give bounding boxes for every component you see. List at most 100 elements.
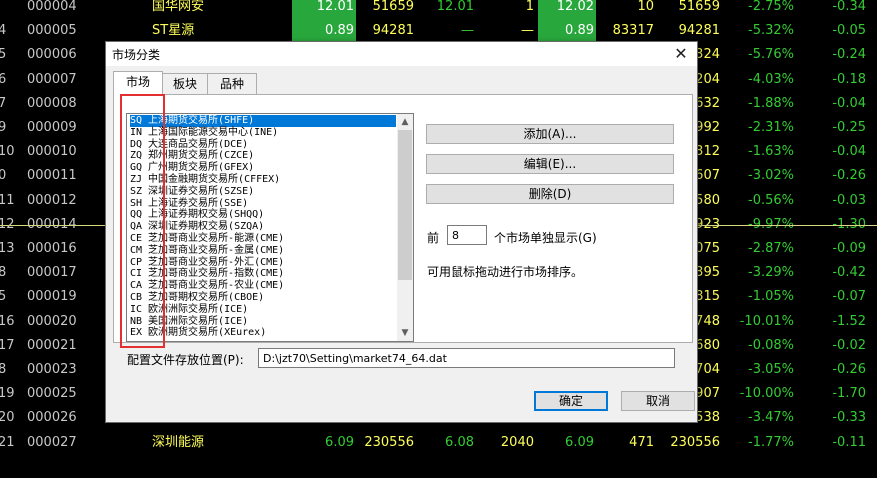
list-item[interactable]: EX 欧洲期货交易所(XEurex) bbox=[130, 327, 396, 339]
cell-num: 8 bbox=[0, 265, 7, 281]
cell-price: 6.09 bbox=[325, 434, 354, 450]
list-item[interactable]: NB 美国洲际交易所(ICE) bbox=[130, 316, 396, 328]
cell-chg: -0.18 bbox=[832, 71, 866, 87]
cell-p3: 12.02 bbox=[538, 0, 596, 20]
cell-chg: -0.25 bbox=[832, 120, 866, 135]
cell-code: 000021 bbox=[27, 337, 77, 353]
scroll-up-icon[interactable]: ▲ bbox=[397, 114, 413, 130]
delete-button[interactable]: 删除(D) bbox=[426, 184, 674, 204]
list-item[interactable]: QQ 上海证券期权交易(SHQQ) bbox=[130, 209, 396, 221]
table-row[interactable]: 21 000027 深圳能源 6.09 230556 6.08 2040 6.09 471 230… bbox=[0, 430, 877, 456]
cell-chg: -1.70 bbox=[832, 386, 866, 402]
cell-name: 深圳能源 bbox=[152, 434, 205, 450]
cell-vol: 230556 bbox=[364, 434, 414, 450]
cell-num: 21 bbox=[0, 434, 15, 450]
cell-pct: -2.31% bbox=[748, 120, 794, 135]
list-item[interactable]: SQ 上海期货交易所(SHFE) bbox=[130, 115, 396, 127]
cell-pct: -5.32% bbox=[748, 23, 794, 39]
cell-chg: -0.09 bbox=[832, 241, 866, 256]
cell-pct: -0.56% bbox=[748, 192, 794, 208]
cell-num: 4 bbox=[0, 23, 7, 39]
cell-code: 000025 bbox=[27, 386, 77, 402]
cell-num: 11 bbox=[0, 192, 15, 208]
cell-pct: -10.01% bbox=[739, 313, 794, 329]
cell-p2: 6.08 bbox=[445, 434, 474, 450]
cell-num: 6 bbox=[0, 71, 7, 87]
cell-chg: -0.07 bbox=[832, 289, 866, 305]
cell-price: 12.01 bbox=[292, 0, 356, 20]
ok-button[interactable]: 确定 bbox=[534, 391, 608, 411]
close-icon[interactable]: ✕ bbox=[671, 44, 691, 64]
cell-num: 7 bbox=[0, 95, 7, 111]
cell-code: 000027 bbox=[27, 434, 77, 450]
cell-pct: -4.03% bbox=[748, 71, 794, 87]
list-item[interactable]: CB 芝加哥期权交易所(CBOE) bbox=[130, 292, 396, 304]
cell-chg: -0.04 bbox=[832, 144, 866, 160]
list-item[interactable]: GQ 广州期货交易所(GFEX) bbox=[130, 162, 396, 174]
cell-pct: -3.02% bbox=[748, 168, 794, 184]
cell-p2: 12.01 bbox=[436, 0, 474, 14]
list-item[interactable]: IN 上海国际能源交易中心(INE) bbox=[130, 127, 396, 139]
add-button[interactable]: 添加(A)... bbox=[426, 124, 674, 144]
list-item[interactable]: ZQ 郑州期货交易所(CZCE) bbox=[130, 150, 396, 162]
cell-pct: -1.05% bbox=[748, 289, 794, 305]
tab-variety[interactable]: 品种 bbox=[207, 73, 257, 94]
scroll-down-icon[interactable]: ▼ bbox=[397, 325, 413, 341]
cell-code: 000020 bbox=[27, 313, 77, 329]
cell-code: 000004 bbox=[27, 0, 77, 14]
cancel-button[interactable]: 取消 bbox=[621, 391, 695, 411]
cell-pct: -0.08% bbox=[748, 337, 794, 353]
edit-button[interactable]: 编辑(E)... bbox=[426, 154, 674, 174]
cell-chg: -0.02 bbox=[832, 337, 866, 353]
cell-code: 000011 bbox=[27, 168, 77, 184]
list-item[interactable]: IC 欧洲洲际交易所(ICE) bbox=[130, 304, 396, 316]
dialog-titlebar[interactable]: 市场分类 ✕ bbox=[106, 42, 697, 66]
cell-code: 000026 bbox=[27, 410, 77, 426]
cell-pct: -1.88% bbox=[748, 95, 794, 111]
list-item[interactable]: SH 上海证券交易所(SSE) bbox=[130, 198, 396, 210]
cell-chg: -0.24 bbox=[832, 47, 866, 63]
list-item[interactable]: SZ 深圳证券交易所(SZSE) bbox=[130, 186, 396, 198]
cell-code: 000019 bbox=[27, 289, 77, 305]
cell-pct: -1.63% bbox=[748, 144, 794, 160]
cell-num: 8 bbox=[0, 362, 7, 377]
cell-chg: -0.42 bbox=[832, 265, 866, 281]
cell-chg: -0.33 bbox=[832, 410, 866, 426]
market-listbox[interactable]: SQ 上海期货交易所(SHFE) IN 上海国际能源交易中心(INE) DQ 大连商… bbox=[126, 113, 414, 342]
tab-sector[interactable]: 板块 bbox=[161, 73, 209, 94]
cell-chg: -0.05 bbox=[832, 23, 866, 39]
cell-num: 9 bbox=[0, 120, 7, 135]
front-label: 前 bbox=[427, 231, 440, 245]
cell-num: 5 bbox=[0, 47, 7, 63]
list-item[interactable]: CE 芝加哥商业交易所-能源(CME) bbox=[130, 233, 396, 245]
cell-code: 000017 bbox=[27, 265, 77, 281]
scroll-thumb[interactable] bbox=[398, 130, 412, 280]
table-row[interactable]: 000004 国华网安 12.01 51659 12.01 1 12.02 10 51659 -2… bbox=[0, 0, 877, 20]
cell-pct: -3.05% bbox=[748, 362, 794, 377]
list-item[interactable]: DQ 大连商品交易所(DCE) bbox=[130, 139, 396, 151]
cell-n: 10 bbox=[637, 0, 654, 14]
cell-x: 2040 bbox=[500, 434, 534, 450]
list-item[interactable]: CM 芝加哥商业交易所-金属(CME) bbox=[130, 245, 396, 257]
cell-name: 国华网安 bbox=[152, 0, 205, 14]
list-item[interactable]: QA 深圳证券期权交易(SZQA) bbox=[130, 221, 396, 233]
cell-num: 10 bbox=[0, 144, 15, 160]
list-item[interactable]: ZJ 中国金融期货交易所(CFFEX) bbox=[130, 174, 396, 186]
cell-code: 000008 bbox=[27, 95, 77, 111]
list-scrollbar[interactable]: ▲ ▼ bbox=[397, 114, 413, 341]
market-count-input[interactable]: 8 bbox=[447, 225, 487, 245]
dialog-title: 市场分类 bbox=[112, 48, 161, 62]
cell-code: 000010 bbox=[27, 144, 77, 160]
list-item[interactable]: CP 芝加哥商业交易所-外汇(CME) bbox=[130, 257, 396, 269]
cell-pct: -3.47% bbox=[748, 410, 794, 426]
cell-num: 19 bbox=[0, 386, 15, 402]
cell-pct: -3.29% bbox=[748, 265, 794, 281]
list-item[interactable]: CA 芝加哥商业交易所-农业(CME) bbox=[130, 280, 396, 292]
config-path-input[interactable]: D:\jzt70\Setting\market74_64.dat bbox=[258, 348, 675, 368]
tab-market[interactable]: 市场 bbox=[113, 71, 163, 95]
cell-n: 471 bbox=[629, 434, 654, 450]
drag-sort-hint: 可用鼠标拖动进行市场排序。 bbox=[427, 265, 584, 279]
cell-amt: 51659 bbox=[678, 0, 720, 14]
cell-vol: 51659 bbox=[372, 0, 414, 14]
list-item[interactable]: CI 芝加哥商业交易所-指数(CME) bbox=[130, 268, 396, 280]
